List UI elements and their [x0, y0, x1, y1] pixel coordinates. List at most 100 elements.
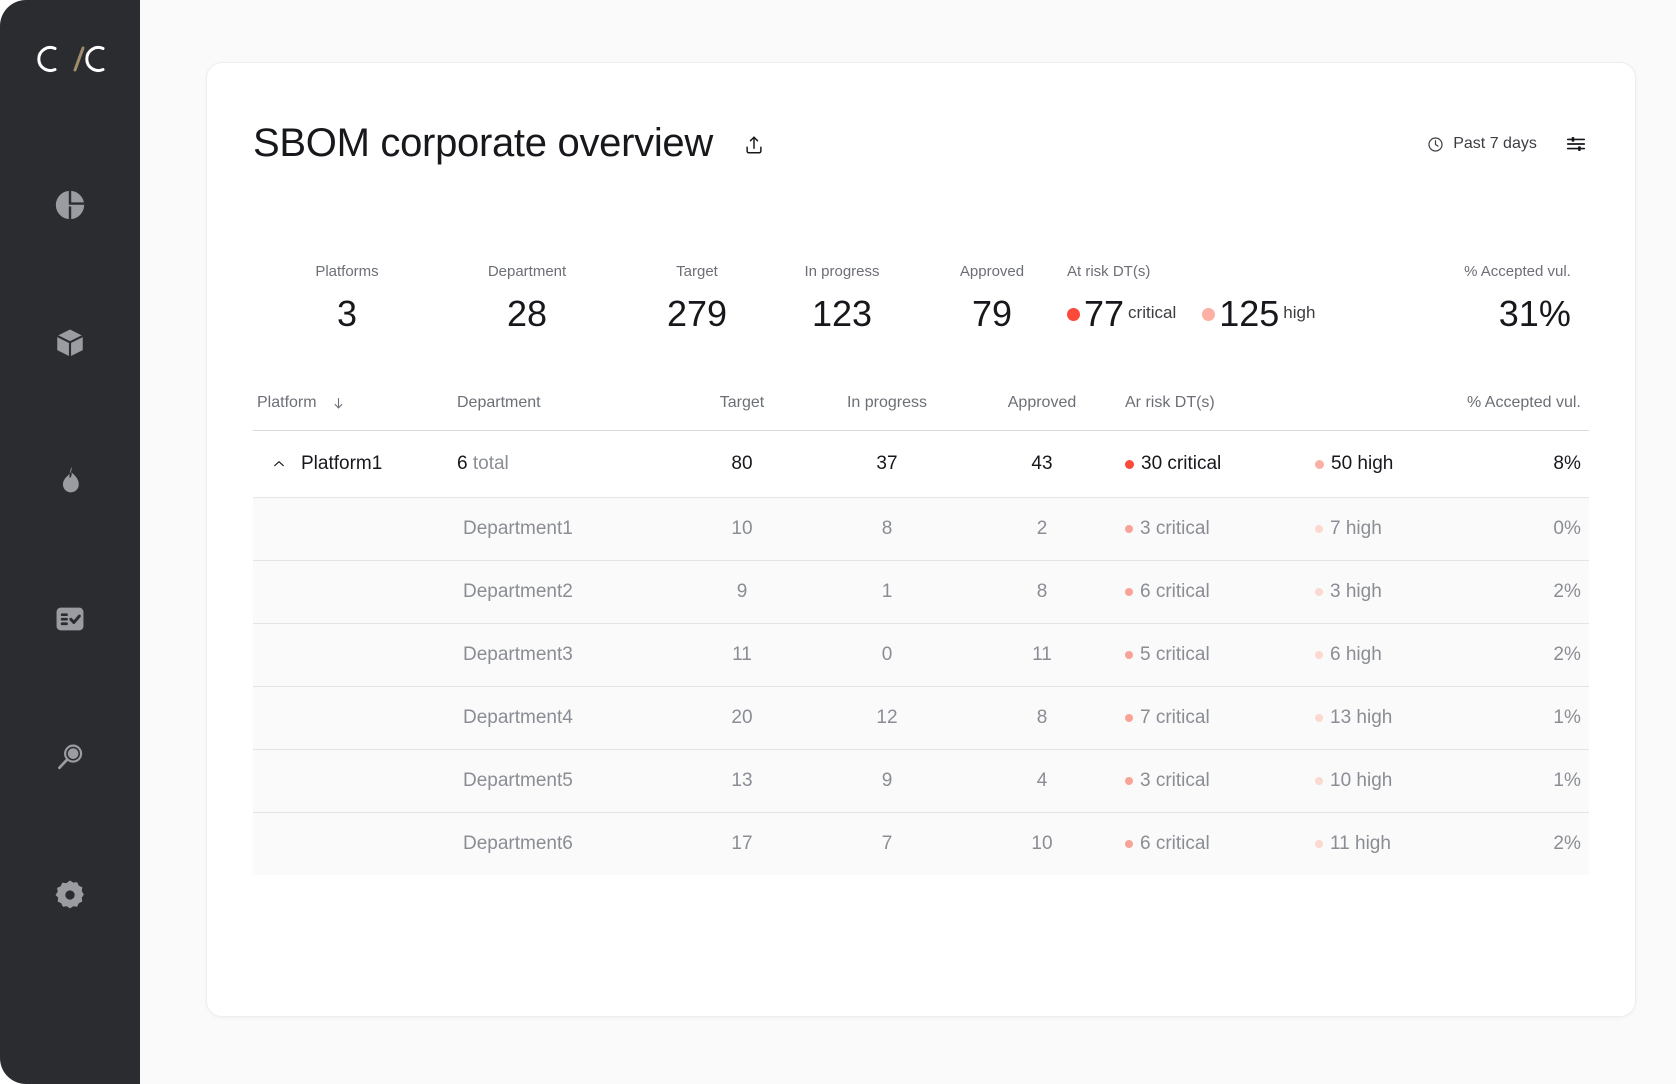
search-icon: [58, 744, 83, 770]
kpi-in-progress: In progress 123: [767, 263, 917, 332]
column-header-department[interactable]: Department: [457, 394, 677, 412]
high-dot-icon: [1315, 588, 1323, 596]
kpi-value: 279: [666, 293, 728, 334]
kpi-label: At risk DT(s): [1067, 263, 1151, 280]
department-name: Department1: [463, 518, 573, 539]
department-accepted-vul: 2%: [1553, 581, 1581, 602]
department-approved: 8: [1036, 707, 1048, 728]
title-group: SBOM corporate overview: [253, 121, 769, 165]
kpi-critical-count: 77: [1084, 293, 1125, 334]
sidebar: [0, 0, 140, 1084]
column-header-platform[interactable]: Platform: [257, 394, 457, 412]
page-title: SBOM corporate overview: [253, 121, 713, 165]
kpi-high-count: 125: [1219, 293, 1280, 334]
app-logo[interactable]: [24, 34, 116, 84]
share-button[interactable]: [739, 128, 769, 162]
department-total-suffix: total: [472, 453, 509, 474]
high-dot-icon: [1315, 840, 1323, 848]
department-critical-text: 6 critical: [1140, 833, 1210, 854]
kpi-critical-label: critical: [1128, 303, 1177, 322]
sidebar-item-dashboard[interactable]: [45, 180, 95, 230]
table-row-department[interactable]: Department2 9 1 8 6 critical 3 high 2%: [253, 561, 1589, 624]
overview-card: SBOM corporate overview Past 7 days Plat…: [206, 62, 1636, 1017]
critical-dot-icon: [1125, 777, 1133, 785]
department-critical-text: 7 critical: [1140, 707, 1210, 728]
department-approved: 10: [1031, 833, 1053, 854]
platform-expand-toggle[interactable]: Platform1: [257, 453, 457, 475]
kpi-label: In progress: [804, 263, 880, 280]
column-header-at-risk[interactable]: Ar risk DT(s): [1117, 394, 1307, 412]
department-in-progress: 1: [881, 581, 893, 602]
column-header-target[interactable]: Target: [677, 394, 807, 412]
high-dot-icon: [1202, 307, 1216, 321]
kpi-label: Platforms: [315, 263, 379, 280]
kpi-accepted-vul: % Accepted vul. 31%: [1397, 263, 1577, 332]
department-name: Department4: [463, 707, 573, 728]
table-row-department[interactable]: Department3 11 0 11 5 critical 6 high 2%: [253, 624, 1589, 687]
high-dot-icon: [1315, 525, 1323, 533]
filter-button[interactable]: [1563, 131, 1589, 157]
department-high-text: 6 high: [1330, 644, 1382, 665]
department-critical: 5 critical: [1117, 644, 1307, 666]
sidebar-nav: [45, 180, 95, 920]
department-critical: 7 critical: [1117, 707, 1307, 729]
table-row-platform[interactable]: Platform1 6 total 80 37 43 30 critical 5…: [253, 431, 1589, 498]
gear-icon: [55, 880, 84, 909]
high-dot-icon: [1315, 459, 1324, 469]
column-label-platform: Platform: [257, 394, 317, 411]
department-approved: 8: [1036, 581, 1048, 602]
department-critical: 3 critical: [1117, 518, 1307, 540]
department-high-text: 11 high: [1330, 833, 1391, 854]
arrow-down-icon: [334, 397, 343, 408]
department-accepted-vul: 1%: [1553, 770, 1581, 791]
table-row-department[interactable]: Department6 17 7 10 6 critical 11 high 2…: [253, 813, 1589, 875]
table-row-department[interactable]: Department4 20 12 8 7 critical 13 high 1…: [253, 687, 1589, 750]
card-header: SBOM corporate overview Past 7 days: [253, 121, 1589, 165]
department-in-progress: 0: [881, 644, 893, 665]
sidebar-item-risk[interactable]: [45, 456, 95, 506]
sidebar-item-tasks[interactable]: [45, 594, 95, 644]
kpi-label: Department: [487, 263, 567, 280]
cube-icon: [56, 329, 84, 357]
department-critical-text: 3 critical: [1140, 770, 1210, 791]
pie-chart-icon: [55, 190, 85, 220]
department-high: 6 high: [1307, 644, 1467, 666]
platform-target: 80: [731, 453, 753, 474]
column-header-accepted-vul[interactable]: % Accepted vul.: [1467, 394, 1585, 412]
department-approved: 11: [1032, 644, 1052, 665]
high-dot-icon: [1315, 651, 1323, 659]
sidebar-item-components[interactable]: [45, 318, 95, 368]
sidebar-item-search[interactable]: [45, 732, 95, 782]
kpi-high-label: high: [1283, 303, 1316, 322]
header-controls: Past 7 days: [1427, 131, 1589, 157]
department-name: Department3: [463, 644, 573, 665]
sidebar-item-settings[interactable]: [45, 870, 95, 920]
department-high: 7 high: [1307, 518, 1467, 540]
high-dot-icon: [1315, 714, 1323, 722]
department-high-text: 13 high: [1330, 707, 1393, 728]
department-accepted-vul: 2%: [1553, 644, 1581, 665]
platform-in-progress: 37: [876, 453, 898, 474]
department-in-progress: 8: [881, 518, 893, 539]
department-critical: 3 critical: [1117, 770, 1307, 792]
department-high-text: 3 high: [1330, 581, 1382, 602]
table-row-department[interactable]: Department1 10 8 2 3 critical 7 high 0%: [253, 498, 1589, 561]
kpi-value: 28: [506, 293, 548, 334]
department-name: Department6: [463, 833, 573, 854]
app-root: SBOM corporate overview Past 7 days Plat…: [0, 0, 1676, 1084]
column-header-approved[interactable]: Approved: [967, 394, 1117, 412]
department-critical-text: 5 critical: [1140, 644, 1210, 665]
kpi-label: Approved: [959, 263, 1025, 280]
department-critical: 6 critical: [1117, 581, 1307, 603]
kpi-value: 31%: [1498, 293, 1571, 334]
department-high: 13 high: [1307, 707, 1467, 729]
department-approved: 2: [1036, 518, 1048, 539]
kpi-at-risk: At risk DT(s) 77 critical 125 high: [1067, 263, 1397, 332]
platform-approved: 43: [1031, 453, 1053, 474]
department-target: 17: [731, 833, 753, 854]
department-critical-text: 6 critical: [1140, 581, 1210, 602]
table-row-department[interactable]: Department5 13 9 4 3 critical 10 high 1%: [253, 750, 1589, 813]
critical-dot-icon: [1125, 525, 1133, 533]
column-header-in-progress[interactable]: In progress: [807, 394, 967, 412]
date-range-selector[interactable]: Past 7 days: [1427, 135, 1537, 153]
